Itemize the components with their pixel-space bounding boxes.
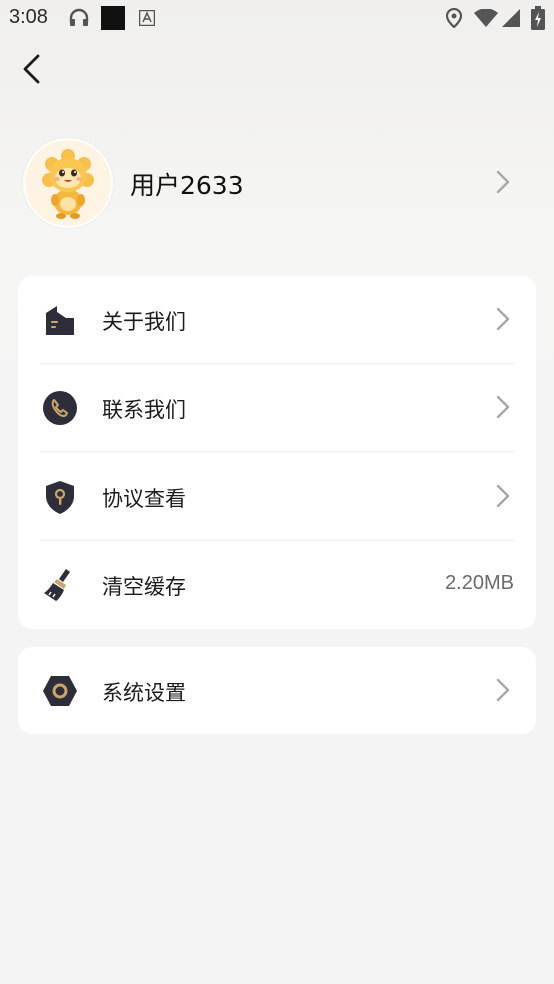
menu-item-label: 协议查看 xyxy=(102,487,186,511)
mascot-avatar-icon xyxy=(25,140,111,226)
avatar[interactable] xyxy=(23,138,113,228)
chevron-right-icon[interactable] xyxy=(494,169,512,195)
profile-settings-screen: 3:08 用户2633 关于我们 联系我们 协议查看 清空缓存 2.20MB 系… xyxy=(0,0,554,984)
broom-icon xyxy=(44,569,70,601)
menu-item-label: 关于我们 xyxy=(102,310,186,334)
menu-item-contact-us[interactable]: 联系我们 xyxy=(18,364,536,452)
menu-card: 关于我们 联系我们 协议查看 清空缓存 2.20MB xyxy=(18,276,536,629)
menu-item-label: 清空缓存 xyxy=(102,575,186,599)
chevron-right-icon xyxy=(496,395,510,419)
divider xyxy=(40,451,514,452)
menu-item-agreements[interactable]: 协议查看 xyxy=(18,453,536,541)
chevron-right-icon xyxy=(496,484,510,508)
profile-header[interactable]: 用户2633 xyxy=(0,138,554,228)
settings-card: 系统设置 xyxy=(18,647,536,734)
phone-icon xyxy=(43,391,77,425)
location-icon xyxy=(446,8,462,28)
menu-item-label: 系统设置 xyxy=(102,681,186,705)
status-time: 3:08 xyxy=(9,6,48,28)
wifi-icon xyxy=(474,9,498,27)
back-arrow-icon[interactable] xyxy=(18,52,48,86)
status-bar: 3:08 xyxy=(0,0,554,36)
menu-item-system-settings[interactable]: 系统设置 xyxy=(18,647,536,734)
menu-item-clear-cache[interactable]: 清空缓存 2.20MB xyxy=(18,541,536,629)
battery-charging-icon xyxy=(531,6,545,30)
headset-icon xyxy=(69,8,89,26)
shield-lock-icon xyxy=(46,481,74,514)
menu-item-about-us[interactable]: 关于我们 xyxy=(18,276,536,364)
chevron-right-icon xyxy=(496,307,510,331)
cache-size: 2.20MB xyxy=(445,572,514,594)
username[interactable]: 用户2633 xyxy=(130,166,244,202)
building-icon xyxy=(46,306,74,335)
cell-signal-icon xyxy=(502,9,520,27)
menu-item-label: 联系我们 xyxy=(102,398,186,422)
hexagon-gear-icon xyxy=(43,676,77,706)
black-square-icon xyxy=(101,6,125,30)
font-a-icon xyxy=(139,10,155,26)
chevron-right-icon xyxy=(496,678,510,702)
